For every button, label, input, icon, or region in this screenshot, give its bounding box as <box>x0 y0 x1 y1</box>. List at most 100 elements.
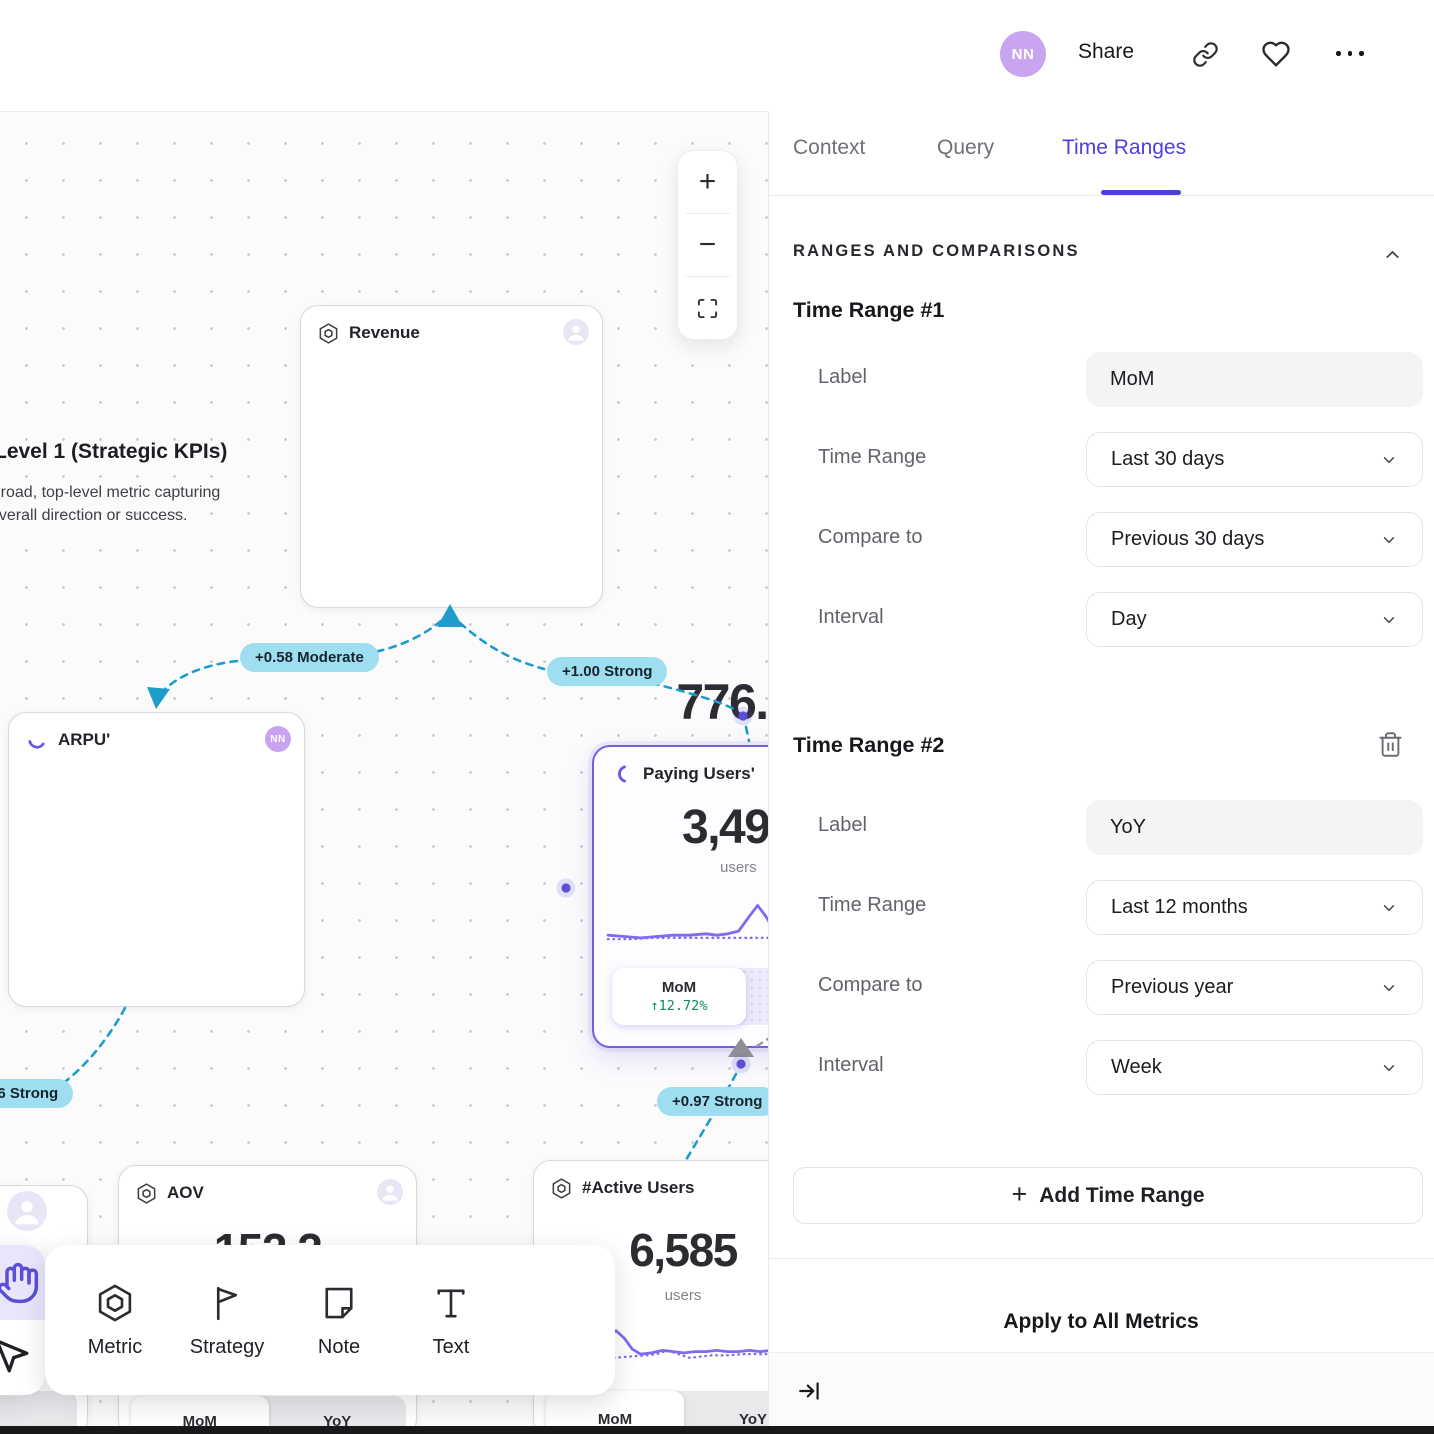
correlation-badge[interactable]: 66 Strong <box>0 1079 73 1108</box>
link-icon <box>1192 41 1219 68</box>
cursor-icon <box>0 1334 32 1376</box>
field-label: Label <box>818 814 867 837</box>
correlation-badge[interactable]: +0.58 Moderate <box>240 643 379 672</box>
text-icon <box>430 1282 472 1324</box>
flag-icon <box>206 1282 248 1324</box>
user-avatar[interactable]: NN <box>1000 31 1046 77</box>
zoom-out-button[interactable]: − <box>678 214 737 276</box>
field-label: Label <box>818 366 867 389</box>
canvas-toolbar: Metric Strategy Note Text <box>45 1245 615 1395</box>
toolbar-strategy-button[interactable]: Strategy <box>171 1257 283 1383</box>
chevron-down-icon <box>1380 451 1398 469</box>
toggle-label: YoY <box>739 1411 767 1428</box>
compare-to-select[interactable]: Previous 30 days <box>1086 512 1423 567</box>
select-value: Week <box>1111 1056 1162 1079</box>
share-button[interactable]: Share <box>1078 40 1134 64</box>
more-options-button[interactable] <box>1336 51 1364 56</box>
field-label: Time Range <box>818 894 926 917</box>
hexagon-metric-icon <box>94 1282 136 1324</box>
select-tool[interactable] <box>0 1320 45 1395</box>
chevron-down-icon <box>1380 979 1398 997</box>
spinner-arc-icon <box>25 728 49 752</box>
select-value: Previous year <box>1111 976 1233 999</box>
toggle-label: MoM <box>662 979 696 996</box>
label-input[interactable]: YoY <box>1086 800 1423 855</box>
toggle-value: ↑12.72% <box>651 998 708 1014</box>
chevron-down-icon <box>1380 531 1398 549</box>
add-time-range-label: Add Time Range <box>1039 1184 1204 1208</box>
card-title: #Active Users <box>582 1178 694 1198</box>
card-title: Revenue <box>349 323 420 343</box>
chevron-down-icon <box>1380 611 1398 629</box>
owner-avatar <box>377 1179 403 1205</box>
panel-divider <box>768 111 769 1434</box>
arrow-to-bar-icon <box>797 1378 823 1404</box>
plus-icon: + <box>1011 1179 1027 1210</box>
toggle-label: MoM <box>598 1411 632 1428</box>
tab-context[interactable]: Context <box>793 136 865 160</box>
collapse-section-button[interactable] <box>1382 244 1403 265</box>
canvas-tool-column <box>0 1245 45 1395</box>
label-input-value: MoM <box>1110 368 1154 391</box>
tool-label: Strategy <box>190 1336 264 1359</box>
window-bottom-edge <box>0 1426 1434 1434</box>
correlation-badge[interactable]: +0.97 Strong <box>657 1087 777 1116</box>
divider <box>768 1258 1434 1259</box>
owner-avatar <box>7 1191 47 1231</box>
time-range-select[interactable]: Last 12 months <box>1086 880 1423 935</box>
hexagon-metric-icon <box>135 1182 158 1205</box>
hand-tool-selected[interactable] <box>0 1245 45 1320</box>
favorite-button[interactable] <box>1261 39 1291 69</box>
card-title: AOV <box>167 1183 204 1203</box>
zoom-in-button[interactable]: + <box>678 151 737 213</box>
label-input[interactable]: MoM <box>1086 352 1423 407</box>
chevron-down-icon <box>1380 1059 1398 1077</box>
zoom-fit-button[interactable] <box>678 277 737 339</box>
hexagon-metric-icon <box>550 1177 573 1200</box>
interval-select[interactable]: Week <box>1086 1040 1423 1095</box>
app-window: Level 1 (Strategic KPIs) Broad, top-leve… <box>0 0 1434 1434</box>
heart-icon <box>1261 39 1291 69</box>
level-annotation-description: Broad, top-level metric capturing overal… <box>0 481 242 527</box>
tool-label: Metric <box>88 1336 142 1359</box>
tool-label: Note <box>318 1336 360 1359</box>
interval-select[interactable]: Day <box>1086 592 1423 647</box>
trash-icon <box>1377 731 1404 758</box>
note-icon <box>318 1282 360 1324</box>
correlation-badge[interactable]: +1.00 Strong <box>547 657 667 686</box>
owner-avatar-nn: NN <box>265 726 291 752</box>
copy-link-button[interactable] <box>1192 41 1219 68</box>
label-input-value: YoY <box>1110 816 1146 839</box>
toolbar-text-button[interactable]: Text <box>395 1257 507 1383</box>
level-annotation-title: Level 1 (Strategic KPIs) <box>0 440 227 464</box>
chevron-down-icon <box>1380 899 1398 917</box>
chevron-up-icon <box>1382 244 1403 265</box>
canvas-zoom-control: + − <box>677 150 738 340</box>
section-ranges-and-comparisons: RANGES AND COMPARISONS <box>793 242 1080 261</box>
time-range-select[interactable]: Last 30 days <box>1086 432 1423 487</box>
field-label: Time Range <box>818 446 926 469</box>
card-title: Paying Users' <box>643 764 755 784</box>
compare-to-select[interactable]: Previous year <box>1086 960 1423 1015</box>
inspector-panel: Context Query Time Ranges RANGES AND COM… <box>768 0 1434 1434</box>
delete-time-range-button[interactable] <box>1377 731 1404 758</box>
field-label: Interval <box>818 1054 884 1077</box>
metric-card-revenue[interactable]: Revenue 776.8K MoM ↑31.57% YoY ↑180.7% <box>300 305 603 608</box>
owner-avatar <box>563 319 589 345</box>
add-time-range-button[interactable]: + Add Time Range <box>793 1167 1423 1224</box>
metric-unit: users <box>720 859 757 876</box>
hand-icon <box>0 1261 40 1305</box>
tab-time-ranges[interactable]: Time Ranges <box>1062 136 1186 160</box>
fullscreen-icon <box>696 297 719 320</box>
panel-footer <box>769 1353 1434 1426</box>
tab-query[interactable]: Query <box>937 136 994 160</box>
toggle-mom[interactable]: MoM ↑12.72% <box>612 968 746 1025</box>
toolbar-note-button[interactable]: Note <box>283 1257 395 1383</box>
metric-card-arpu[interactable]: ARPU' NN 222.5 per user MoM ↑16.72% YoY … <box>8 712 305 1007</box>
select-value: Last 12 months <box>1111 896 1248 919</box>
collapse-panel-button[interactable] <box>797 1378 823 1404</box>
select-value: Previous 30 days <box>1111 528 1264 551</box>
spinner-arc-icon <box>610 762 634 786</box>
apply-to-all-metrics-button[interactable]: Apply to All Metrics <box>768 1310 1434 1334</box>
toolbar-metric-button[interactable]: Metric <box>59 1257 171 1383</box>
